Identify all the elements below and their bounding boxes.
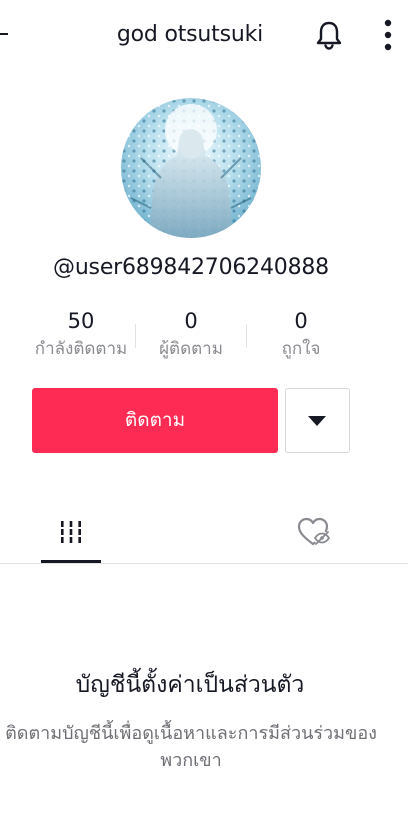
follow-button[interactable]: ติดตาม [32, 388, 278, 453]
page-title: god otsutsuki [116, 22, 264, 47]
username: @user689842706240888 [53, 255, 329, 280]
stat-value: 0 [294, 309, 308, 333]
stat-label: ผู้ติดตาม [159, 339, 223, 359]
profile-screen: god otsutsuki @user689842706240888 50 กำ… [0, 0, 408, 816]
stat-followers[interactable]: 0 ผู้ติดตาม [136, 306, 246, 362]
stat-label: กำลังติดตาม [34, 339, 128, 359]
more-vertical-icon[interactable] [373, 17, 403, 53]
stat-value: 50 [67, 309, 95, 333]
back-arrow-icon[interactable] [0, 33, 8, 35]
grid-icon [59, 520, 83, 544]
bell-icon[interactable] [313, 19, 345, 51]
avatar[interactable] [121, 98, 261, 238]
stat-likes[interactable]: 0 ถูกใจ [246, 306, 356, 362]
private-account-description: ติดตามบัญชีนี้เพื่อดูเนื้อหาและการมีส่วน… [5, 723, 377, 771]
tab-liked[interactable] [282, 500, 342, 563]
top-bar: god otsutsuki [0, 0, 408, 70]
caret-down-icon [308, 416, 326, 426]
profile-stats: 50 กำลังติดตาม 0 ผู้ติดตาม 0 ถูกใจ [26, 306, 356, 370]
content-tabs [0, 500, 408, 564]
heart-hidden-icon [296, 516, 331, 548]
active-tab-indicator [41, 560, 101, 563]
stat-following[interactable]: 50 กำลังติดตาม [26, 306, 136, 362]
stat-value: 0 [184, 309, 198, 333]
suggested-accounts-button[interactable] [285, 388, 350, 453]
tab-videos[interactable] [41, 500, 101, 563]
private-account-title: บัญชีนี้ตั้งค่าเป็นส่วนตัว [75, 672, 305, 698]
stat-label: ถูกใจ [281, 339, 321, 359]
